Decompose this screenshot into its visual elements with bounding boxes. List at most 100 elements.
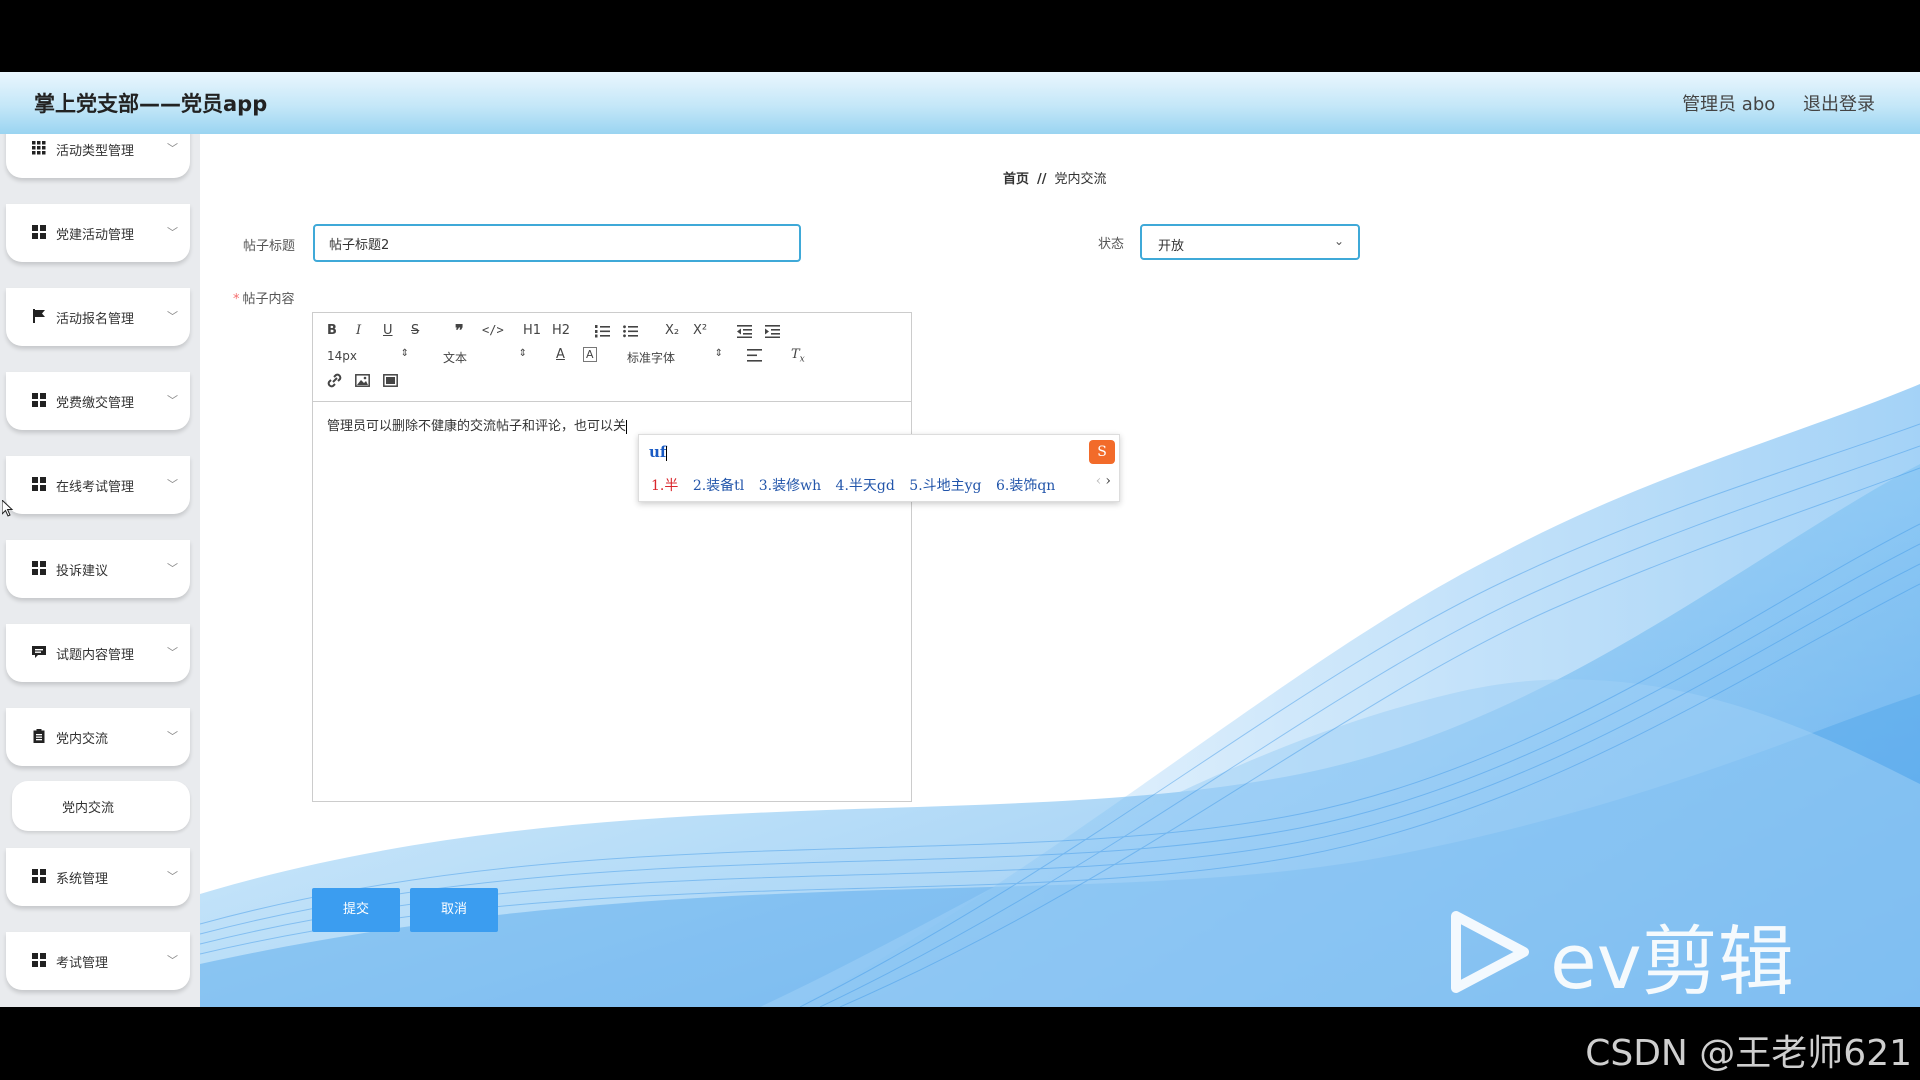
status-label: 状态: [1098, 237, 1125, 252]
top-header: 掌上党支部——党员app 管理员 abo 退出登录: [0, 72, 1920, 135]
ime-candidate[interactable]: 1.半: [651, 478, 678, 494]
sidebar-subitem-party-exchange[interactable]: 党内交流: [12, 781, 190, 831]
heading2-button[interactable]: H2: [552, 323, 570, 338]
ime-candidate-window: uf S 1.半 2.装备tl 3.装修wh 4.半天gd 5.斗地主yg 6.…: [638, 434, 1120, 502]
breadcrumb-current: 党内交流: [1054, 172, 1107, 187]
chevron-down-icon: ﹀: [167, 646, 178, 659]
header-select[interactable]: 文本 ⇕: [443, 348, 527, 365]
grid-icon: [32, 141, 46, 155]
rich-text-editor: B I U S ❞ </> H1 H2 X₂ X² 14px ⇕ 文本 ⇕ A …: [312, 312, 912, 802]
outdent-icon[interactable]: [737, 325, 752, 338]
sidebar-item-party-activity[interactable]: 党建活动管理 ﹀: [6, 204, 190, 262]
sidebar-item-online-exam[interactable]: 在线考试管理 ﹀: [6, 456, 190, 514]
clipboard-icon: [33, 729, 45, 743]
chevron-down-icon: ﹀: [167, 310, 178, 323]
content-label-text: 帖子内容: [242, 292, 295, 307]
font-size-select[interactable]: 14px ⇕: [327, 348, 409, 365]
code-block-icon[interactable]: </>: [482, 323, 504, 337]
ime-input-text: uf: [649, 443, 668, 461]
ime-logo-icon: S: [1089, 440, 1115, 464]
font-color-icon[interactable]: A: [556, 347, 565, 362]
ordered-list-icon[interactable]: [595, 325, 610, 338]
editor-content[interactable]: 管理员可以删除不健康的交流帖子和评论，也可以关: [327, 415, 628, 434]
chevron-down-icon: ﹀: [167, 730, 178, 743]
play-logo-icon: [1451, 911, 1529, 993]
sidebar: 活动类型管理 ﹀ 党建活动管理 ﹀ 活动报名管理 ﹀ 党费缴交管理 ﹀ 在线考试…: [0, 134, 200, 1007]
background-color-icon[interactable]: A: [583, 347, 597, 362]
bullet-list-icon[interactable]: [623, 325, 638, 338]
chevron-down-icon: ﹀: [167, 954, 178, 967]
required-mark: *: [233, 292, 240, 307]
strikethrough-icon[interactable]: S: [411, 323, 419, 338]
ime-candidate[interactable]: 4.半天gd: [836, 478, 895, 494]
sidebar-item-label: 活动报名管理: [56, 312, 135, 327]
ime-candidate[interactable]: 3.装修wh: [759, 478, 821, 494]
comment-icon: [32, 646, 46, 658]
sidebar-item-label: 活动类型管理: [56, 144, 135, 159]
mouse-cursor-icon: [1, 498, 14, 522]
clear-format-icon[interactable]: Tx: [791, 347, 805, 365]
underline-icon[interactable]: U: [383, 323, 393, 338]
logout-link[interactable]: 退出登录: [1803, 94, 1875, 115]
subscript-icon[interactable]: X₂: [665, 323, 679, 338]
flag-icon: [33, 309, 45, 323]
submit-button[interactable]: 提交: [312, 888, 400, 932]
chevron-left-icon[interactable]: ‹: [1096, 473, 1102, 489]
sidebar-item-label: 考试管理: [56, 956, 109, 971]
font-family-select[interactable]: 标准字体 ⇕: [627, 348, 723, 365]
blockquote-icon[interactable]: ❞: [455, 321, 464, 340]
content-label: * 帖子内容: [233, 288, 295, 307]
grid-icon: [32, 477, 46, 491]
sidebar-item-label: 党建活动管理: [56, 228, 135, 243]
align-icon[interactable]: [747, 349, 762, 362]
heading1-button[interactable]: H1: [523, 323, 541, 338]
italic-icon[interactable]: I: [356, 323, 361, 338]
sidebar-item-label: 党费缴交管理: [56, 396, 135, 411]
sidebar-item-party-exchange[interactable]: 党内交流 ﹀: [6, 708, 190, 766]
cancel-button[interactable]: 取消: [410, 888, 498, 932]
sidebar-item-label: 系统管理: [56, 872, 109, 887]
post-title-input[interactable]: [313, 224, 801, 262]
grid-icon: [32, 393, 46, 407]
chevron-down-icon: ﹀: [167, 142, 178, 155]
sidebar-item-label: 投诉建议: [56, 564, 109, 579]
bold-icon[interactable]: B: [327, 323, 337, 338]
ime-candidate[interactable]: 5.斗地主yg: [909, 478, 981, 494]
sidebar-item-system[interactable]: 系统管理 ﹀: [6, 848, 190, 906]
grid-icon: [32, 869, 46, 883]
ime-candidate[interactable]: 2.装备tl: [693, 478, 744, 494]
ime-page-nav[interactable]: ‹ ›: [1096, 473, 1111, 489]
app-title: 掌上党支部——党员app: [34, 92, 268, 116]
indent-icon[interactable]: [765, 325, 780, 338]
grid-icon: [32, 225, 46, 239]
image-icon[interactable]: [355, 374, 370, 387]
sidebar-item-label: 试题内容管理: [56, 648, 135, 663]
status-select[interactable]: 开放 ⌄: [1140, 224, 1360, 260]
sidebar-item-questions[interactable]: 试题内容管理 ﹀: [6, 624, 190, 682]
updown-icon: ⇕: [714, 348, 723, 359]
grid-icon: [32, 953, 46, 967]
chevron-down-icon: ﹀: [167, 478, 178, 491]
user-area: 管理员 abo 退出登录: [1660, 90, 1875, 116]
font-size-value: 14px: [327, 349, 357, 363]
sidebar-item-complaints[interactable]: 投诉建议 ﹀: [6, 540, 190, 598]
sidebar-item-activity-type[interactable]: 活动类型管理 ﹀: [6, 134, 190, 178]
sidebar-item-dues[interactable]: 党费缴交管理 ﹀: [6, 372, 190, 430]
link-icon[interactable]: [327, 373, 342, 388]
updown-icon: ⇕: [400, 348, 409, 359]
sidebar-item-registration[interactable]: 活动报名管理 ﹀: [6, 288, 190, 346]
editor-toolbar: B I U S ❞ </> H1 H2 X₂ X² 14px ⇕ 文本 ⇕ A …: [313, 313, 911, 402]
sidebar-item-label: 党内交流: [56, 732, 109, 747]
current-user: 管理员 abo: [1682, 94, 1776, 115]
video-icon[interactable]: [383, 374, 398, 387]
sidebar-item-exam-admin[interactable]: 考试管理 ﹀: [6, 932, 190, 990]
chevron-right-icon[interactable]: ›: [1105, 473, 1111, 489]
sidebar-subitem-label: 党内交流: [62, 801, 115, 816]
superscript-icon[interactable]: X²: [693, 323, 707, 338]
ev-watermark-text: ev剪辑: [1550, 917, 1794, 1006]
chevron-down-icon: ﹀: [167, 226, 178, 239]
header-select-value: 文本: [443, 351, 468, 365]
breadcrumb-home[interactable]: 首页: [1003, 172, 1029, 187]
ime-candidate[interactable]: 6.装饰qn: [996, 478, 1055, 494]
text-caret: [626, 419, 628, 434]
